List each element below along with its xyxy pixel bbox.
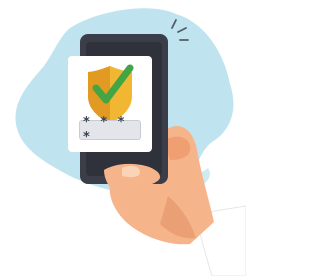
- secure-login-illustration: * * * *: [0, 0, 247, 277]
- pin-field: * * * *: [79, 115, 141, 145]
- thumb-nail: [122, 165, 140, 178]
